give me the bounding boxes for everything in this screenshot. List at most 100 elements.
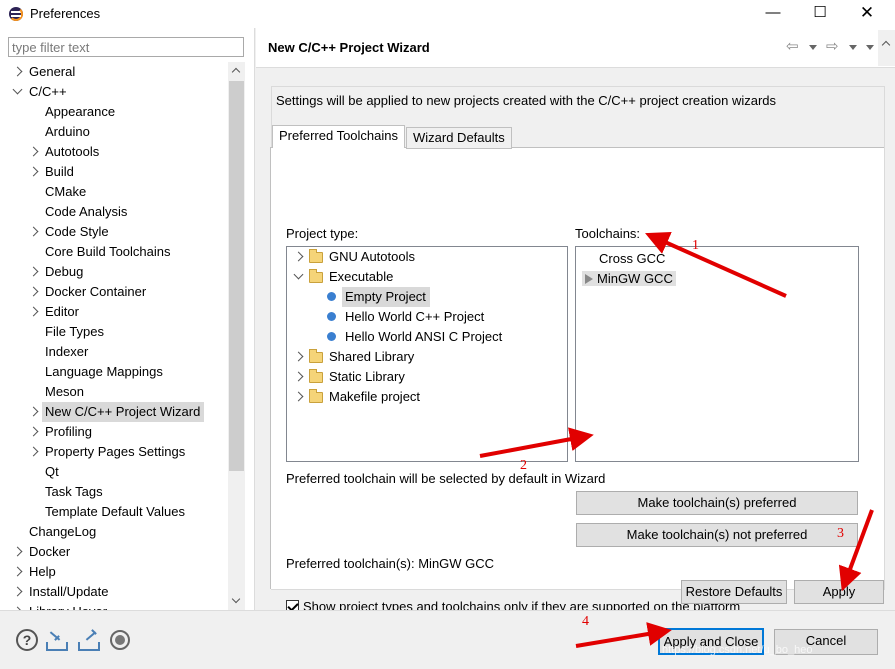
chevron-right-icon[interactable] <box>293 371 304 382</box>
tree-item-label: Meson <box>45 384 85 399</box>
tree-item-label: Debug <box>45 264 84 279</box>
preferences-tree: General C/C++ Appearance Arduino Autotools Bu… <box>0 62 228 610</box>
chevron-right-icon[interactable] <box>28 146 39 157</box>
tree-item-label: Docker <box>29 544 71 559</box>
watermark: https://blog.csdn.net/u_bo_heo <box>662 644 813 656</box>
toolchain-label: Cross GCC <box>599 251 666 266</box>
chevron-right-icon[interactable] <box>28 446 39 457</box>
chevron-right-icon[interactable] <box>293 391 304 402</box>
tree-item-label: Library Hover <box>29 602 107 610</box>
page-header: New C/C++ Project Wizard ⇦ ⇨ <box>256 28 895 68</box>
annotation-number-4: 4 <box>582 614 589 629</box>
project-type-label-text: Shared Library <box>329 349 415 364</box>
settings-info-text: Settings will be applied to new projects… <box>276 93 777 108</box>
page-content: Settings will be applied to new projects… <box>270 86 885 614</box>
close-window-button[interactable]: ✕ <box>844 0 890 28</box>
view-menu-icon[interactable] <box>866 45 874 50</box>
tree-item-label: Code Analysis <box>45 204 128 219</box>
chevron-right-icon[interactable] <box>293 351 304 362</box>
tab-preferred-toolchains[interactable]: Preferred Toolchains <box>272 125 405 148</box>
dialog-button-bar: ? Apply and Close Cancel <box>0 610 895 669</box>
annotation-number-1: 1 <box>692 238 699 253</box>
record-preferences-icon[interactable] <box>110 630 130 650</box>
project-type-label-text: Static Library <box>329 369 405 384</box>
tree-item-label: Profiling <box>45 424 92 439</box>
maximize-button[interactable]: ☐ <box>797 0 843 28</box>
toolchain-label: MinGW GCC <box>597 271 673 286</box>
chevron-right-icon[interactable] <box>293 251 304 262</box>
project-type-label-text: Empty Project <box>342 287 430 307</box>
chevron-right-icon[interactable] <box>28 266 39 277</box>
minimize-button[interactable]: — <box>750 0 796 28</box>
tree-scrollbar[interactable] <box>228 62 245 610</box>
filter-input[interactable] <box>8 37 244 57</box>
help-icon[interactable]: ? <box>16 629 38 651</box>
chevron-right-icon[interactable] <box>28 426 39 437</box>
tree-item-label: Appearance <box>45 104 116 119</box>
annotation-number-3: 3 <box>837 526 844 541</box>
tree-item-label: Code Style <box>45 224 109 239</box>
tree-item-label: Install/Update <box>29 584 109 599</box>
import-icon[interactable] <box>46 629 68 651</box>
back-history-dropdown-icon[interactable] <box>809 45 817 50</box>
tab-panel: Project type: Toolchains: GNU Autotools E… <box>270 147 884 614</box>
back-arrow-icon[interactable]: ⇦ <box>786 38 799 56</box>
chevron-down-icon[interactable] <box>12 84 23 95</box>
tree-item-label: Property Pages Settings <box>45 444 186 459</box>
preference-page: New C/C++ Project Wizard ⇦ ⇨ Settings wi… <box>256 28 895 614</box>
toolchain-item-content: MinGW GCC <box>582 271 676 286</box>
toolchains-list[interactable]: Cross GCC MinGW GCC <box>575 246 859 462</box>
project-type-label: Project type: <box>286 226 359 241</box>
project-type-tree[interactable]: GNU Autotools Executable Empty Project Hell… <box>286 246 568 462</box>
project-type-label-text: Makefile project <box>329 389 421 404</box>
chevron-right-icon[interactable] <box>28 286 39 297</box>
make-toolchain-preferred-button[interactable]: Make toolchain(s) preferred <box>576 491 858 515</box>
preferred-toolchains-text: Preferred toolchain(s): MinGW GCC <box>286 556 495 571</box>
project-type-label-text: GNU Autotools <box>329 249 415 264</box>
chevron-right-icon[interactable] <box>28 166 39 177</box>
chevron-right-icon[interactable] <box>12 566 23 577</box>
tab-wizard-defaults[interactable]: Wizard Defaults <box>406 127 512 149</box>
chevron-right-icon[interactable] <box>12 66 23 77</box>
scrollbar-thumb[interactable] <box>229 81 244 471</box>
project-type-label-text: Hello World ANSI C Project <box>345 329 503 344</box>
folder-icon <box>309 269 323 283</box>
restore-defaults-button[interactable]: Restore Defaults <box>681 580 787 604</box>
folder-icon <box>309 249 323 263</box>
tree-item-label: Qt <box>45 464 59 479</box>
tree-item-label: Language Mappings <box>45 364 163 379</box>
chevron-right-icon[interactable] <box>12 546 23 557</box>
header-scrollbar[interactable] <box>878 30 895 66</box>
tree-item-label: General <box>29 64 76 79</box>
preferences-navigation-pane: General C/C++ Appearance Arduino Autotools Bu… <box>0 28 255 610</box>
page-title: New C/C++ Project Wizard <box>268 40 430 55</box>
forward-history-dropdown-icon[interactable] <box>849 45 857 50</box>
tree-item-label: Template Default Values <box>45 504 185 519</box>
chevron-right-icon[interactable] <box>28 306 39 317</box>
chevron-down-icon[interactable] <box>293 269 304 280</box>
scroll-up-arrow-icon[interactable] <box>228 62 245 79</box>
forward-arrow-icon[interactable]: ⇨ <box>826 38 839 56</box>
make-toolchain-not-preferred-button[interactable]: Make toolchain(s) not preferred <box>576 523 858 547</box>
chevron-right-icon[interactable] <box>28 226 39 237</box>
folder-icon <box>309 389 323 403</box>
tree-item-label: Arduino <box>45 124 90 139</box>
annotation-number-2: 2 <box>520 458 527 473</box>
export-icon[interactable] <box>78 629 100 651</box>
tree-item-label: File Types <box>45 324 105 339</box>
preferred-marker-icon <box>585 274 593 284</box>
chevron-right-icon[interactable] <box>12 586 23 597</box>
toolchain-item[interactable]: Cross GCC <box>599 249 665 269</box>
project-template-icon <box>327 332 336 341</box>
apply-button[interactable]: Apply <box>794 580 884 604</box>
tree-item-label: Help <box>29 564 56 579</box>
chevron-right-icon[interactable] <box>28 406 39 417</box>
tree-item-label: CMake <box>45 184 87 199</box>
project-template-icon <box>327 292 336 301</box>
folder-icon <box>309 349 323 363</box>
project-type-label-text: Executable <box>329 269 394 284</box>
folder-icon <box>309 369 323 383</box>
scroll-down-arrow-icon[interactable] <box>228 593 245 610</box>
toolchain-item[interactable]: MinGW GCC <box>582 269 676 289</box>
window-title: Preferences <box>30 6 101 21</box>
